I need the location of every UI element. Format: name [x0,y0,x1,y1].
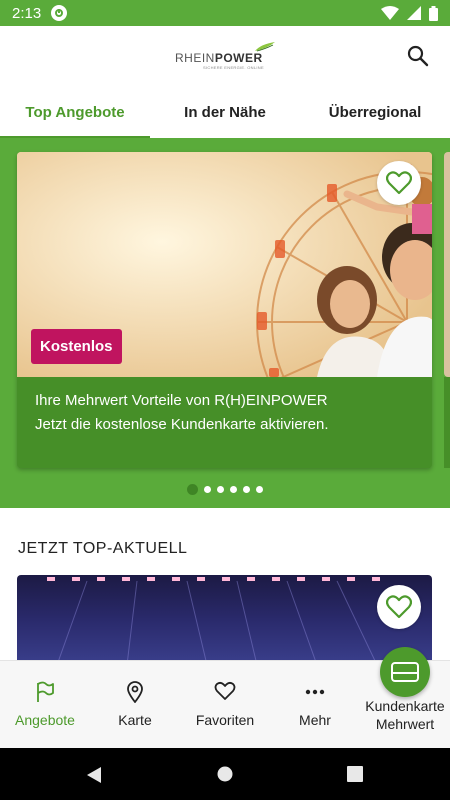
heart-icon [214,681,236,700]
free-badge: Kostenlos [31,329,122,364]
home-icon[interactable] [217,766,233,782]
nav-favoriten[interactable]: Favoriten [180,661,270,749]
nav-label-angebote: Angebote [15,712,75,728]
carousel-dot[interactable] [243,486,250,493]
card-icon [391,662,419,682]
app-bar: RHEINPOWER SICHERE ENERGIE. ONLINE [0,26,450,88]
nav-mehr[interactable]: Mehr [270,661,360,749]
nav-label-mehr: Mehr [299,712,331,728]
recents-icon[interactable] [347,766,363,782]
search-button[interactable] [406,44,430,68]
heart-outline-icon [386,595,412,619]
map-pin-icon [127,681,143,703]
nav-label-karte: Karte [118,712,152,728]
status-bar: 2:13 [0,0,450,26]
more-dots-icon [305,689,325,695]
tab-in-der-naehe[interactable]: In der Nähe [150,88,300,138]
logo-text: RHEINPOWER [175,51,263,65]
offers-carousel[interactable]: Kostenlos Ihre Mehrwert Vorteile von R(H… [0,138,450,508]
tab-bar: Top Angebote In der Nähe Überregional [0,88,450,138]
carousel-dot[interactable] [256,486,263,493]
section-title: JETZT TOP-AKTUELL [18,540,188,557]
logo-subtitle: SICHERE ENERGIE. ONLINE [203,65,264,70]
bottom-navigation: Angebote Karte Favoriten Mehr Kundenkart… [0,647,450,749]
offer-text: Ihre Mehrwert Vorteile von R(H)EINPOWER … [17,377,432,468]
carousel-dot[interactable] [230,486,237,493]
favorite-button[interactable] [377,161,421,205]
featured-offer-card[interactable]: Kostenlos Ihre Mehrwert Vorteile von R(H… [17,152,432,468]
heart-outline-icon [386,171,412,195]
offer-line-1: Ihre Mehrwert Vorteile von R(H)EINPOWER [35,392,328,409]
battery-icon [429,5,438,21]
next-offer-card-peek[interactable] [444,152,450,377]
carousel-dot[interactable] [217,486,224,493]
kundenkarte-button[interactable] [380,647,430,697]
nav-label-favoriten: Favoriten [195,712,255,728]
nav-label-kundenkarte: Kundenkarte Mehrwert [365,698,445,732]
offer-line-2: Jetzt die kostenlose Kundenkarte aktivie… [35,416,329,433]
top-aktuell-card[interactable] [17,575,432,665]
system-navigation-bar [0,748,450,800]
nav-karte[interactable]: Karte [90,661,180,749]
concert-image [47,577,380,665]
carousel-indicator [0,484,450,495]
next-offer-card-peek-text [444,377,450,468]
tab-ueberregional[interactable]: Überregional [300,88,450,138]
carousel-dot-active[interactable] [187,484,198,495]
favorite-button-concert[interactable] [377,585,421,629]
status-time: 2:13 [12,4,42,22]
carousel-dot[interactable] [204,486,211,493]
rheinpower-logo: RHEINPOWER SICHERE ENERGIE. ONLINE [175,42,275,72]
signal-icon [407,6,421,20]
back-icon[interactable] [86,766,102,784]
tab-top-angebote[interactable]: Top Angebote [0,88,150,138]
nav-kundenkarte[interactable]: Kundenkarte Mehrwert [360,647,450,749]
notification-icon [51,5,68,21]
wifi-icon [381,6,399,20]
search-icon [407,45,429,67]
flag-icon [37,681,54,702]
nav-angebote[interactable]: Angebote [0,661,90,749]
